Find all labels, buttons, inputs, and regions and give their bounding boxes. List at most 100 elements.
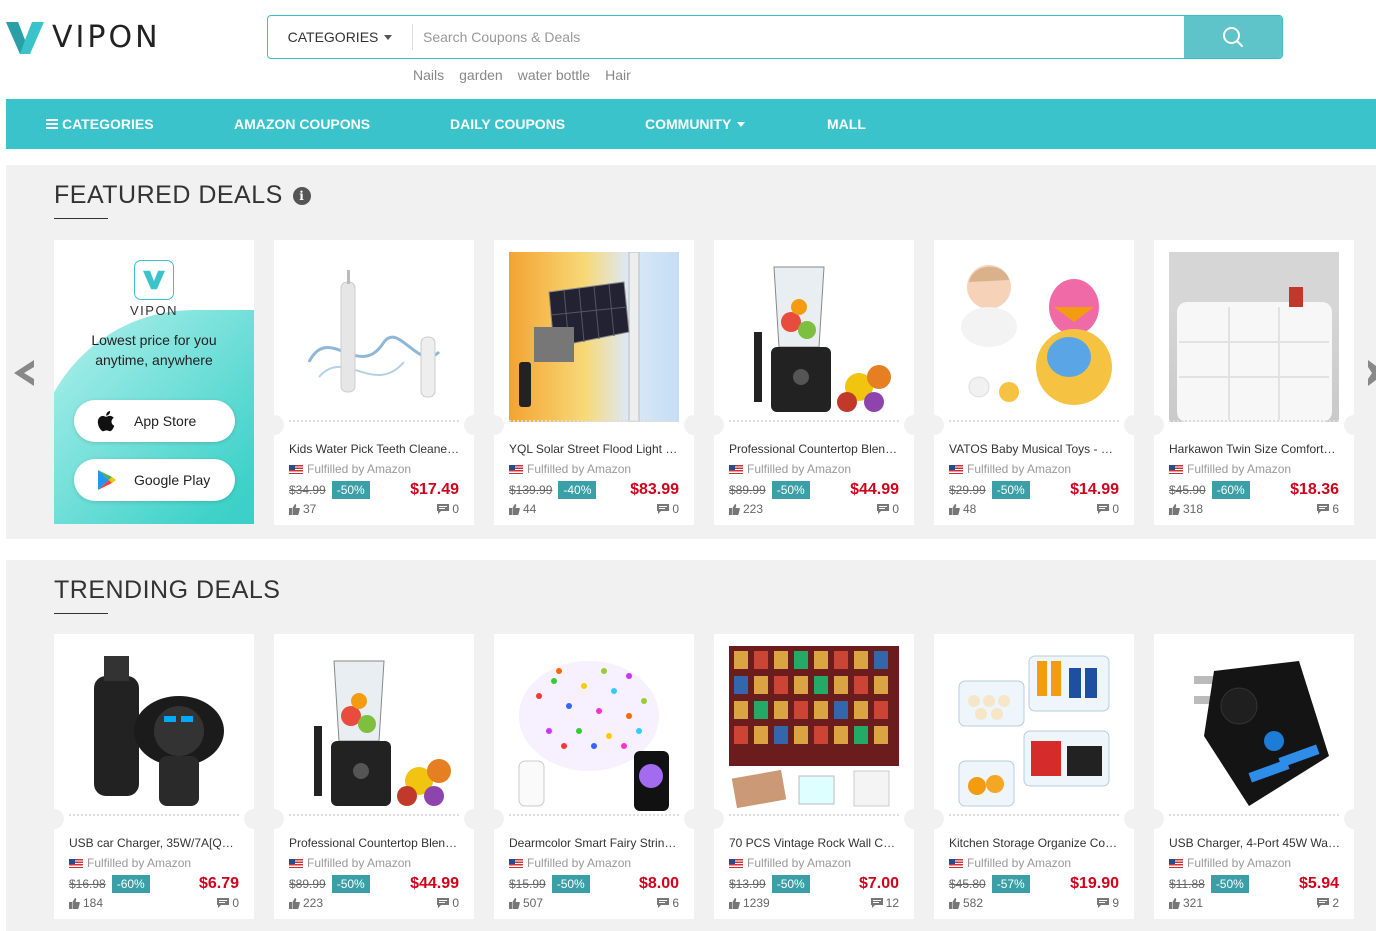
thumbs-up-icon bbox=[949, 897, 960, 909]
fulfilled-text: Fulfilled by Amazon bbox=[747, 856, 852, 870]
likes[interactable]: 318 bbox=[1169, 502, 1203, 516]
comments[interactable]: 9 bbox=[1097, 896, 1119, 910]
deal-card[interactable]: Professional Countertop Blender Fulfille… bbox=[714, 240, 914, 525]
hot-word[interactable]: garden bbox=[459, 67, 503, 83]
likes[interactable]: 223 bbox=[289, 896, 323, 910]
app-store-button[interactable]: App Store bbox=[74, 400, 235, 442]
price-row: $89.99 -50% $44.99 bbox=[289, 874, 459, 894]
deal-title[interactable]: Dearmcolor Smart Fairy String Lights bbox=[509, 836, 681, 850]
discount-badge: -50% bbox=[331, 481, 370, 499]
deal-card[interactable]: VATOS Baby Musical Toys - Dancing Duck F… bbox=[934, 240, 1134, 525]
search-button[interactable] bbox=[1184, 16, 1282, 58]
deal-title[interactable]: Professional Countertop Blender bbox=[729, 442, 901, 456]
deal-title[interactable]: YQL Solar Street Flood Light Fixture bbox=[509, 442, 681, 456]
vipon-app-icon bbox=[134, 260, 174, 300]
likes[interactable]: 507 bbox=[509, 896, 543, 910]
comment-count: 0 bbox=[672, 502, 679, 516]
header: VIPON CATEGORIES Nails garden water bott… bbox=[0, 0, 1376, 99]
fulfilled-badge: Fulfilled by Amazon bbox=[509, 856, 631, 870]
comments[interactable]: 0 bbox=[657, 502, 679, 516]
discount-badge: -50% bbox=[771, 875, 810, 893]
fulfilled-badge: Fulfilled by Amazon bbox=[949, 856, 1071, 870]
like-count: 582 bbox=[963, 896, 984, 910]
comment-count: 6 bbox=[1332, 502, 1339, 516]
comments[interactable]: 0 bbox=[437, 896, 459, 910]
price-row: $139.99 -40% $83.99 bbox=[509, 480, 679, 500]
hot-word[interactable]: Hair bbox=[605, 67, 631, 83]
comment-icon bbox=[1317, 898, 1330, 908]
deal-title[interactable]: Kitchen Storage Organize Containers bbox=[949, 836, 1121, 850]
nav-categories[interactable]: CATEGORIES bbox=[46, 99, 154, 149]
search-category-dropdown[interactable]: CATEGORIES bbox=[268, 24, 413, 50]
info-icon[interactable]: i bbox=[292, 186, 311, 205]
deal-title[interactable]: 70 PCS Vintage Rock Wall Collage Kit bbox=[729, 836, 901, 850]
carousel-next-button[interactable] bbox=[1368, 358, 1376, 393]
deal-card[interactable]: Dearmcolor Smart Fairy String Lights Ful… bbox=[494, 634, 694, 919]
deal-title[interactable]: Harkawon Twin Size Comforter Set bbox=[1169, 442, 1341, 456]
likes[interactable]: 223 bbox=[729, 502, 763, 516]
deal-card[interactable]: Professional Countertop Blender Fulfille… bbox=[274, 634, 474, 919]
fulfilled-badge: Fulfilled by Amazon bbox=[949, 462, 1071, 476]
nav-label: CATEGORIES bbox=[62, 116, 154, 132]
card-notch bbox=[934, 809, 944, 829]
featured-deals-section: FEATURED DEALS i VIPON Lowest price for … bbox=[6, 165, 1376, 539]
discount-badge: -50% bbox=[991, 481, 1030, 499]
fulfilled-text: Fulfilled by Amazon bbox=[1187, 856, 1292, 870]
deal-card[interactable]: Harkawon Twin Size Comforter Set Fulfill… bbox=[1154, 240, 1354, 525]
divider bbox=[729, 814, 899, 816]
product-image bbox=[1169, 646, 1339, 816]
deal-card[interactable]: 70 PCS Vintage Rock Wall Collage Kit Ful… bbox=[714, 634, 914, 919]
product-image bbox=[509, 646, 679, 816]
like-count: 223 bbox=[303, 896, 324, 910]
like-count: 48 bbox=[963, 502, 977, 516]
comments[interactable]: 6 bbox=[657, 896, 679, 910]
search-input[interactable] bbox=[413, 16, 1184, 58]
comments[interactable]: 12 bbox=[870, 896, 899, 910]
comments[interactable]: 2 bbox=[1317, 896, 1339, 910]
nav-label: DAILY COUPONS bbox=[450, 116, 566, 132]
likes[interactable]: 48 bbox=[949, 502, 976, 516]
original-price: $45.80 bbox=[949, 877, 986, 891]
meta-row: 318 6 bbox=[1169, 502, 1339, 516]
comments[interactable]: 0 bbox=[217, 896, 239, 910]
google-play-label: Google Play bbox=[134, 472, 211, 488]
comment-icon bbox=[657, 504, 670, 514]
us-flag-icon bbox=[949, 858, 963, 868]
likes[interactable]: 184 bbox=[69, 896, 103, 910]
discount-badge: -50% bbox=[1210, 875, 1249, 893]
comments[interactable]: 6 bbox=[1317, 502, 1339, 516]
deal-price: $5.94 bbox=[1298, 875, 1339, 892]
nav-amazon-coupons[interactable]: AMAZON COUPONS bbox=[234, 99, 370, 149]
comment-icon bbox=[1097, 504, 1110, 514]
comments[interactable]: 0 bbox=[1097, 502, 1119, 516]
deal-card[interactable]: Kids Water Pick Teeth Cleaner Cordless F… bbox=[274, 240, 474, 525]
carousel-prev-button[interactable] bbox=[10, 358, 38, 393]
chevron-down-icon bbox=[737, 121, 746, 127]
google-play-button[interactable]: Google Play bbox=[74, 459, 235, 501]
deal-title[interactable]: USB car Charger, 35W/7A[QC3.0] bbox=[69, 836, 241, 850]
deal-title[interactable]: VATOS Baby Musical Toys - Dancing Duck bbox=[949, 442, 1121, 456]
hot-word[interactable]: Nails bbox=[413, 67, 444, 83]
vipon-logo[interactable]: VIPON bbox=[6, 20, 161, 55]
likes[interactable]: 321 bbox=[1169, 896, 1203, 910]
likes[interactable]: 44 bbox=[509, 502, 536, 516]
deal-title[interactable]: Kids Water Pick Teeth Cleaner Cordless bbox=[289, 442, 461, 456]
deal-title[interactable]: USB Charger, 4-Port 45W Wall Charger bbox=[1169, 836, 1341, 850]
likes[interactable]: 37 bbox=[289, 502, 316, 516]
likes[interactable]: 1239 bbox=[729, 896, 770, 910]
hot-word[interactable]: water bottle bbox=[518, 67, 590, 83]
price-row: $45.90 -60% $18.36 bbox=[1169, 480, 1339, 500]
deal-card[interactable]: USB car Charger, 35W/7A[QC3.0] Fulfilled… bbox=[54, 634, 254, 919]
comments[interactable]: 0 bbox=[437, 502, 459, 516]
deal-card[interactable]: YQL Solar Street Flood Light Fixture Ful… bbox=[494, 240, 694, 525]
nav-daily-coupons[interactable]: DAILY COUPONS bbox=[450, 99, 565, 149]
deal-title[interactable]: Professional Countertop Blender bbox=[289, 836, 461, 850]
likes[interactable]: 582 bbox=[949, 896, 983, 910]
deal-card[interactable]: Kitchen Storage Organize Containers Fulf… bbox=[934, 634, 1134, 919]
comments[interactable]: 0 bbox=[877, 502, 899, 516]
meta-row: 507 6 bbox=[509, 896, 679, 910]
nav-mall[interactable]: MALL bbox=[827, 99, 866, 149]
nav-community[interactable]: COMMUNITY bbox=[645, 99, 746, 149]
deal-card[interactable]: USB Charger, 4-Port 45W Wall Charger Ful… bbox=[1154, 634, 1354, 919]
arrow-left-icon bbox=[14, 360, 34, 386]
